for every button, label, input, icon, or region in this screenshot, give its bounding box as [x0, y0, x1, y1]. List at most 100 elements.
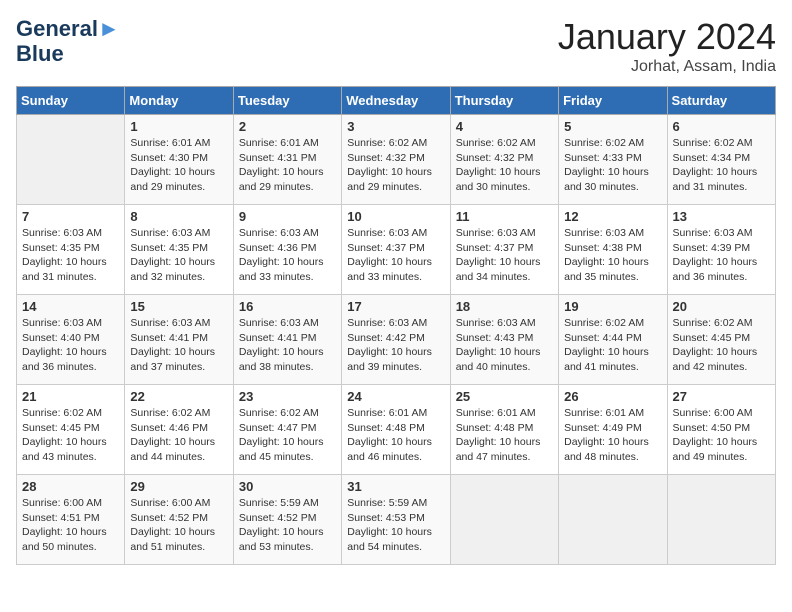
day-info: Sunrise: 6:02 AM Sunset: 4:45 PM Dayligh… — [22, 406, 119, 465]
day-number: 12 — [564, 209, 661, 224]
day-info: Sunrise: 5:59 AM Sunset: 4:52 PM Dayligh… — [239, 496, 336, 555]
day-info: Sunrise: 6:02 AM Sunset: 4:34 PM Dayligh… — [673, 136, 770, 195]
day-cell — [17, 115, 125, 205]
day-number: 17 — [347, 299, 444, 314]
day-cell: 21 Sunrise: 6:02 AM Sunset: 4:45 PM Dayli… — [17, 385, 125, 475]
day-number: 26 — [564, 389, 661, 404]
day-info: Sunrise: 6:01 AM Sunset: 4:48 PM Dayligh… — [456, 406, 553, 465]
day-info: Sunrise: 6:03 AM Sunset: 4:43 PM Dayligh… — [456, 316, 553, 375]
day-cell: 12 Sunrise: 6:03 AM Sunset: 4:38 PM Dayli… — [559, 205, 667, 295]
day-number: 16 — [239, 299, 336, 314]
header-cell-wednesday: Wednesday — [342, 87, 450, 115]
week-row-5: 28 Sunrise: 6:00 AM Sunset: 4:51 PM Dayli… — [17, 475, 776, 565]
day-info: Sunrise: 6:03 AM Sunset: 4:41 PM Dayligh… — [239, 316, 336, 375]
day-info: Sunrise: 6:03 AM Sunset: 4:38 PM Dayligh… — [564, 226, 661, 285]
day-info: Sunrise: 6:03 AM Sunset: 4:35 PM Dayligh… — [130, 226, 227, 285]
header-row: SundayMondayTuesdayWednesdayThursdayFrid… — [17, 87, 776, 115]
calendar-header: SundayMondayTuesdayWednesdayThursdayFrid… — [17, 87, 776, 115]
day-info: Sunrise: 6:02 AM Sunset: 4:33 PM Dayligh… — [564, 136, 661, 195]
day-number: 25 — [456, 389, 553, 404]
day-info: Sunrise: 6:00 AM Sunset: 4:50 PM Dayligh… — [673, 406, 770, 465]
day-number: 14 — [22, 299, 119, 314]
day-number: 5 — [564, 119, 661, 134]
header-cell-sunday: Sunday — [17, 87, 125, 115]
day-info: Sunrise: 6:01 AM Sunset: 4:31 PM Dayligh… — [239, 136, 336, 195]
day-cell: 6Sunrise: 6:02 AM Sunset: 4:34 PM Daylig… — [667, 115, 775, 205]
day-cell: 30 Sunrise: 5:59 AM Sunset: 4:52 PM Dayli… — [233, 475, 341, 565]
day-info: Sunrise: 6:00 AM Sunset: 4:51 PM Dayligh… — [22, 496, 119, 555]
location: Jorhat, Assam, India — [558, 58, 776, 76]
day-number: 29 — [130, 479, 227, 494]
day-cell: 24Sunrise: 6:01 AM Sunset: 4:48 PM Dayli… — [342, 385, 450, 475]
day-cell: 7Sunrise: 6:03 AM Sunset: 4:35 PM Daylig… — [17, 205, 125, 295]
day-cell: 16 Sunrise: 6:03 AM Sunset: 4:41 PM Dayli… — [233, 295, 341, 385]
day-info: Sunrise: 6:02 AM Sunset: 4:32 PM Dayligh… — [347, 136, 444, 195]
day-cell: 2 Sunrise: 6:01 AM Sunset: 4:31 PM Daylig… — [233, 115, 341, 205]
day-number: 1 — [130, 119, 227, 134]
day-number: 15 — [130, 299, 227, 314]
day-cell: 29 Sunrise: 6:00 AM Sunset: 4:52 PM Dayli… — [125, 475, 233, 565]
day-cell: 5 Sunrise: 6:02 AM Sunset: 4:33 PM Daylig… — [559, 115, 667, 205]
day-number: 4 — [456, 119, 553, 134]
day-cell: 8 Sunrise: 6:03 AM Sunset: 4:35 PM Daylig… — [125, 205, 233, 295]
calendar-body: 1 Sunrise: 6:01 AM Sunset: 4:30 PM Daylig… — [17, 115, 776, 565]
day-info: Sunrise: 6:02 AM Sunset: 4:32 PM Dayligh… — [456, 136, 553, 195]
day-info: Sunrise: 6:01 AM Sunset: 4:30 PM Dayligh… — [130, 136, 227, 195]
header-cell-tuesday: Tuesday — [233, 87, 341, 115]
day-cell: 11 Sunrise: 6:03 AM Sunset: 4:37 PM Dayli… — [450, 205, 558, 295]
day-cell: 14 Sunrise: 6:03 AM Sunset: 4:40 PM Dayli… — [17, 295, 125, 385]
day-info: Sunrise: 6:03 AM Sunset: 4:42 PM Dayligh… — [347, 316, 444, 375]
day-number: 11 — [456, 209, 553, 224]
day-cell: 23 Sunrise: 6:02 AM Sunset: 4:47 PM Dayli… — [233, 385, 341, 475]
day-cell: 17 Sunrise: 6:03 AM Sunset: 4:42 PM Dayli… — [342, 295, 450, 385]
calendar-table: SundayMondayTuesdayWednesdayThursdayFrid… — [16, 86, 776, 565]
day-info: Sunrise: 6:02 AM Sunset: 4:46 PM Dayligh… — [130, 406, 227, 465]
day-cell: 1 Sunrise: 6:01 AM Sunset: 4:30 PM Daylig… — [125, 115, 233, 205]
day-info: Sunrise: 6:03 AM Sunset: 4:40 PM Dayligh… — [22, 316, 119, 375]
day-cell: 31 Sunrise: 5:59 AM Sunset: 4:53 PM Dayli… — [342, 475, 450, 565]
day-info: Sunrise: 6:03 AM Sunset: 4:37 PM Dayligh… — [347, 226, 444, 285]
week-row-4: 21 Sunrise: 6:02 AM Sunset: 4:45 PM Dayli… — [17, 385, 776, 475]
day-number: 21 — [22, 389, 119, 404]
day-cell — [450, 475, 558, 565]
day-cell: 20 Sunrise: 6:02 AM Sunset: 4:45 PM Dayli… — [667, 295, 775, 385]
day-cell: 22Sunrise: 6:02 AM Sunset: 4:46 PM Dayli… — [125, 385, 233, 475]
day-cell: 9Sunrise: 6:03 AM Sunset: 4:36 PM Daylig… — [233, 205, 341, 295]
logo-text: General► Blue — [16, 16, 120, 67]
day-cell: 18 Sunrise: 6:03 AM Sunset: 4:43 PM Dayli… — [450, 295, 558, 385]
day-info: Sunrise: 6:03 AM Sunset: 4:35 PM Dayligh… — [22, 226, 119, 285]
day-number: 23 — [239, 389, 336, 404]
day-cell — [559, 475, 667, 565]
day-info: Sunrise: 6:02 AM Sunset: 4:47 PM Dayligh… — [239, 406, 336, 465]
day-number: 3 — [347, 119, 444, 134]
day-info: Sunrise: 6:03 AM Sunset: 4:39 PM Dayligh… — [673, 226, 770, 285]
day-info: Sunrise: 6:02 AM Sunset: 4:44 PM Dayligh… — [564, 316, 661, 375]
week-row-3: 14 Sunrise: 6:03 AM Sunset: 4:40 PM Dayli… — [17, 295, 776, 385]
day-info: Sunrise: 6:01 AM Sunset: 4:48 PM Dayligh… — [347, 406, 444, 465]
day-number: 2 — [239, 119, 336, 134]
day-number: 30 — [239, 479, 336, 494]
header-cell-saturday: Saturday — [667, 87, 775, 115]
day-cell: 13Sunrise: 6:03 AM Sunset: 4:39 PM Dayli… — [667, 205, 775, 295]
day-info: Sunrise: 6:01 AM Sunset: 4:49 PM Dayligh… — [564, 406, 661, 465]
month-title: January 2024 — [558, 16, 776, 58]
day-cell: 19Sunrise: 6:02 AM Sunset: 4:44 PM Dayli… — [559, 295, 667, 385]
page-header: General► Blue January 2024 Jorhat, Assam… — [16, 16, 776, 76]
title-block: January 2024 Jorhat, Assam, India — [558, 16, 776, 76]
day-number: 20 — [673, 299, 770, 314]
header-cell-friday: Friday — [559, 87, 667, 115]
day-number: 31 — [347, 479, 444, 494]
day-number: 18 — [456, 299, 553, 314]
day-number: 9 — [239, 209, 336, 224]
day-number: 28 — [22, 479, 119, 494]
day-info: Sunrise: 6:02 AM Sunset: 4:45 PM Dayligh… — [673, 316, 770, 375]
day-cell: 28 Sunrise: 6:00 AM Sunset: 4:51 PM Dayli… — [17, 475, 125, 565]
day-number: 8 — [130, 209, 227, 224]
day-info: Sunrise: 6:00 AM Sunset: 4:52 PM Dayligh… — [130, 496, 227, 555]
day-info: Sunrise: 5:59 AM Sunset: 4:53 PM Dayligh… — [347, 496, 444, 555]
day-number: 10 — [347, 209, 444, 224]
day-info: Sunrise: 6:03 AM Sunset: 4:41 PM Dayligh… — [130, 316, 227, 375]
day-cell: 15 Sunrise: 6:03 AM Sunset: 4:41 PM Dayli… — [125, 295, 233, 385]
day-info: Sunrise: 6:03 AM Sunset: 4:37 PM Dayligh… — [456, 226, 553, 285]
week-row-1: 1 Sunrise: 6:01 AM Sunset: 4:30 PM Daylig… — [17, 115, 776, 205]
